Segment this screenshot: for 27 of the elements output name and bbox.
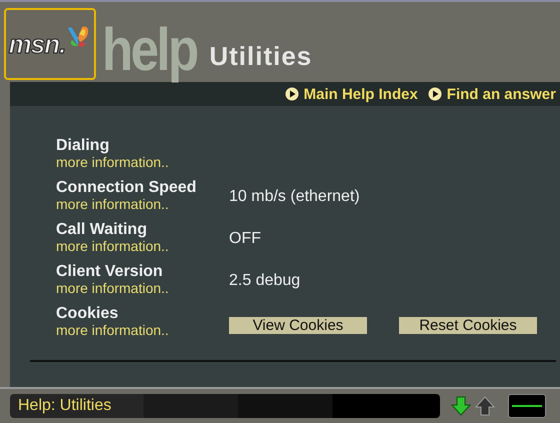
nav-link[interactable]: Find an answer	[428, 86, 556, 102]
setting-label: Cookies	[56, 304, 120, 322]
setting-value: 2.5 debug	[229, 272, 300, 290]
more-info-link[interactable]: more information..	[56, 280, 229, 296]
setting-label: Client Version	[56, 262, 164, 280]
page-title: Utilities	[209, 41, 312, 72]
status-text: Help: Utilities	[18, 397, 112, 415]
logo-text: msn.	[8, 28, 66, 60]
nav-link[interactable]: Main Help Index	[284, 86, 418, 102]
section-title: help	[102, 20, 197, 80]
setting-label: Dialing	[56, 136, 110, 154]
play-icon	[428, 87, 442, 101]
connection-meter	[508, 394, 546, 418]
up-arrow-icon[interactable]	[474, 395, 496, 417]
setting-label: Call Waiting	[56, 220, 148, 238]
more-info-link[interactable]: more information..	[56, 322, 229, 338]
down-arrow-icon[interactable]	[450, 395, 472, 417]
more-info-link[interactable]: more information..	[56, 154, 229, 170]
setting-value: 10 mb/s (ethernet)	[229, 188, 360, 206]
more-info-link[interactable]: more information..	[56, 196, 229, 212]
setting-value: OFF	[229, 230, 261, 248]
cookie-button[interactable]: View Cookies	[229, 316, 367, 334]
more-info-link[interactable]: more information..	[56, 238, 229, 254]
logo-box[interactable]: msn.	[4, 8, 96, 80]
setting-label: Connection Speed	[56, 178, 198, 196]
play-icon	[284, 87, 299, 101]
cookie-button[interactable]: Reset Cookies	[399, 316, 537, 334]
